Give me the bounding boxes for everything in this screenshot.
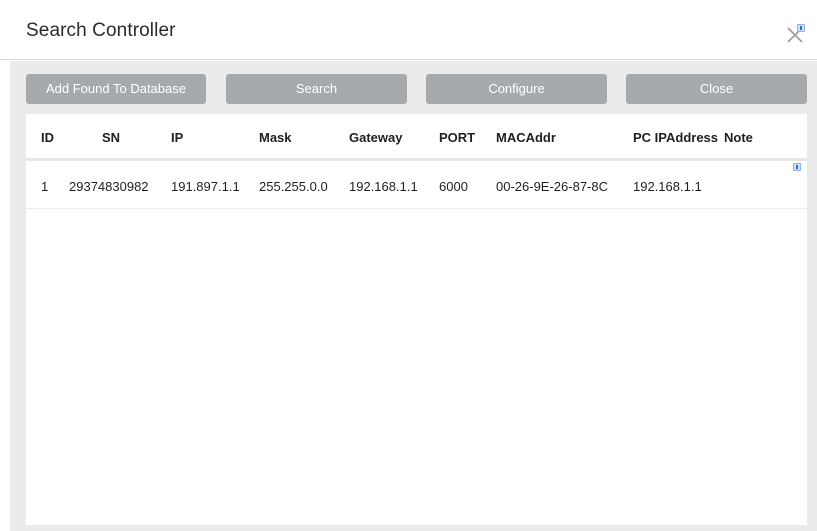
column-header-id[interactable]: ID <box>41 130 54 145</box>
results-table: ID SN IP Mask Gateway PORT MACAddr PC IP… <box>26 114 807 525</box>
column-header-macaddr[interactable]: MACAddr <box>496 130 556 145</box>
dialog-titlebar: Search Controller <box>0 0 817 60</box>
toolbar: Add Found To Database Search Configure C… <box>26 74 807 104</box>
cell-sn: 29374830982 <box>69 179 149 194</box>
cell-pc-ipaddress: 192.168.1.1 <box>633 179 702 194</box>
close-button[interactable]: Close <box>626 74 807 104</box>
column-header-ip[interactable]: IP <box>171 130 183 145</box>
add-found-to-database-button[interactable]: Add Found To Database <box>26 74 206 104</box>
marker-icon <box>797 24 805 32</box>
dialog-body: Add Found To Database Search Configure C… <box>10 61 817 531</box>
cell-macaddr: 00-26-9E-26-87-8C <box>496 179 609 194</box>
column-header-mask[interactable]: Mask <box>259 130 292 145</box>
table-header: ID SN IP Mask Gateway PORT MACAddr PC IP… <box>26 114 807 161</box>
close-icon[interactable] <box>783 22 809 48</box>
column-header-note[interactable]: Note <box>724 130 753 145</box>
cell-mask: 255.255.0.0 <box>259 179 328 194</box>
cell-port: 6000 <box>439 179 468 194</box>
marker-icon <box>793 163 801 171</box>
cell-id: 1 <box>41 179 49 194</box>
search-controller-dialog: Search Controller Add Found To Database … <box>0 0 817 531</box>
configure-button[interactable]: Configure <box>426 74 607 104</box>
column-header-gateway[interactable]: Gateway <box>349 130 402 145</box>
column-header-pc-ipaddress[interactable]: PC IPAddress <box>633 130 718 145</box>
search-button[interactable]: Search <box>226 74 407 104</box>
cell-ip: 191.897.1.1 <box>171 179 240 194</box>
column-header-sn[interactable]: SN <box>102 130 120 145</box>
table-row[interactable]: 1 29374830982 191.897.1.1 255.255.0.0 19… <box>26 161 807 209</box>
column-header-port[interactable]: PORT <box>439 130 475 145</box>
dialog-title: Search Controller <box>26 20 176 41</box>
cell-gateway: 192.168.1.1 <box>349 179 418 194</box>
